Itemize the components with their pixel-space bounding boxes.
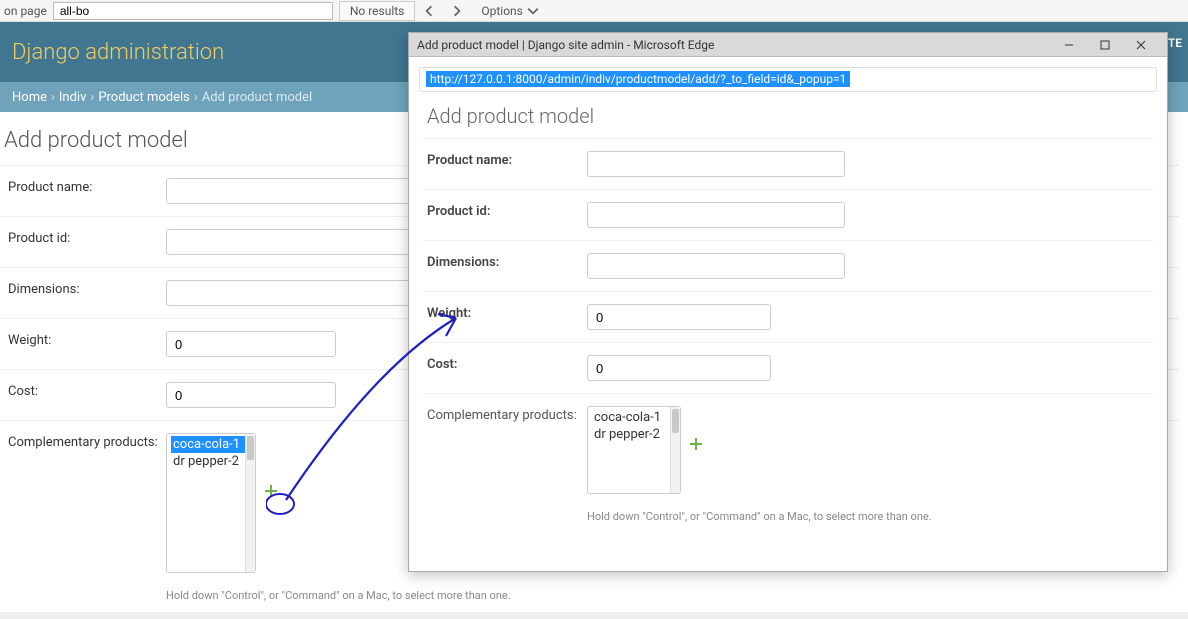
plus-icon [264,484,278,498]
no-results-badge: No results [339,1,416,21]
options-dropdown[interactable]: Options [481,4,539,18]
input-weight[interactable] [166,331,336,357]
breadcrumb-home[interactable]: Home [12,90,47,105]
breadcrumb-indiv[interactable]: Indiv [59,90,87,105]
popup-input-cost[interactable] [587,355,771,381]
add-related-button[interactable] [264,483,278,502]
popup-input-weight[interactable] [587,304,771,330]
popup-input-product-name[interactable] [587,151,845,177]
popup-label-cost: Cost: [427,355,587,372]
popup-option-dr-pepper[interactable]: dr pepper-2 [592,426,676,443]
close-icon [1136,40,1146,50]
option-coca-cola[interactable]: coca-cola-1 [171,436,251,453]
popup-label-product-name: Product name: [427,151,587,168]
popup-field-cost: Cost: [423,342,1153,393]
popup-scrollbar[interactable] [670,407,680,493]
input-product-id[interactable] [166,229,446,255]
breadcrumb-current: Add product model [202,90,312,105]
popup-field-dimensions: Dimensions: [423,240,1153,291]
label-weight: Weight: [8,331,166,348]
popup-select-complementary[interactable]: coca-cola-1 dr pepper-2 [587,406,681,494]
popup-input-product-id[interactable] [587,202,845,228]
popup-page-title: Add product model [427,104,1153,128]
popup-help-text: Hold down "Control", or "Command" on a M… [587,510,1153,523]
popup-label-complementary: Complementary products: [427,406,587,423]
popup-add-related-button[interactable] [689,436,703,455]
breadcrumb-product-models[interactable]: Product models [98,90,190,105]
popup-window-title: Add product model | Django site admin - … [417,38,714,52]
popup-content: Add product model Product name: Product … [409,98,1167,529]
popup-option-coca-cola[interactable]: coca-cola-1 [592,409,676,426]
popup-url: http://127.0.0.1:8000/admin/indiv/produc… [426,71,850,87]
chevron-right-icon [451,5,463,17]
prev-result-button[interactable] [417,1,441,21]
input-product-name[interactable] [166,178,446,204]
popup-field-product-id: Product id: [423,189,1153,240]
popup-titlebar[interactable]: Add product model | Django site admin - … [409,33,1167,57]
minimize-icon [1064,40,1074,50]
help-text: Hold down "Control", or "Command" on a M… [166,589,1180,602]
popup-label-dimensions: Dimensions: [427,253,587,270]
label-complementary: Complementary products: [8,433,166,450]
option-dr-pepper[interactable]: dr pepper-2 [171,453,251,470]
popup-field-complementary: Complementary products: coca-cola-1 dr p… [423,393,1153,506]
chevron-left-icon [423,5,435,17]
label-product-name: Product name: [8,178,166,195]
popup-urlbar[interactable]: http://127.0.0.1:8000/admin/indiv/produc… [419,67,1157,92]
close-button[interactable] [1123,34,1159,56]
popup-input-dimensions[interactable] [587,253,845,279]
popup-label-product-id: Product id: [427,202,587,219]
popup-window: Add product model | Django site admin - … [408,32,1168,572]
options-label: Options [481,4,523,18]
label-cost: Cost: [8,382,166,399]
maximize-button[interactable] [1087,34,1123,56]
label-product-id: Product id: [8,229,166,246]
devtools-top-bar: on page No results Options [0,0,1188,22]
popup-field-product-name: Product name: [423,138,1153,189]
scrollbar[interactable] [245,434,255,572]
site-title: Django administration [12,40,224,65]
chevron-down-icon [527,5,539,17]
input-cost[interactable] [166,382,336,408]
search-input[interactable] [53,2,333,20]
label-dimensions: Dimensions: [8,280,166,297]
popup-field-weight: Weight: [423,291,1153,342]
plus-icon [689,437,703,451]
select-complementary[interactable]: coca-cola-1 dr pepper-2 [166,433,256,573]
popup-label-weight: Weight: [427,304,587,321]
minimize-button[interactable] [1051,34,1087,56]
next-result-button[interactable] [445,1,469,21]
input-dimensions[interactable] [166,280,446,306]
maximize-icon [1100,40,1110,50]
page-label: on page [4,4,53,18]
